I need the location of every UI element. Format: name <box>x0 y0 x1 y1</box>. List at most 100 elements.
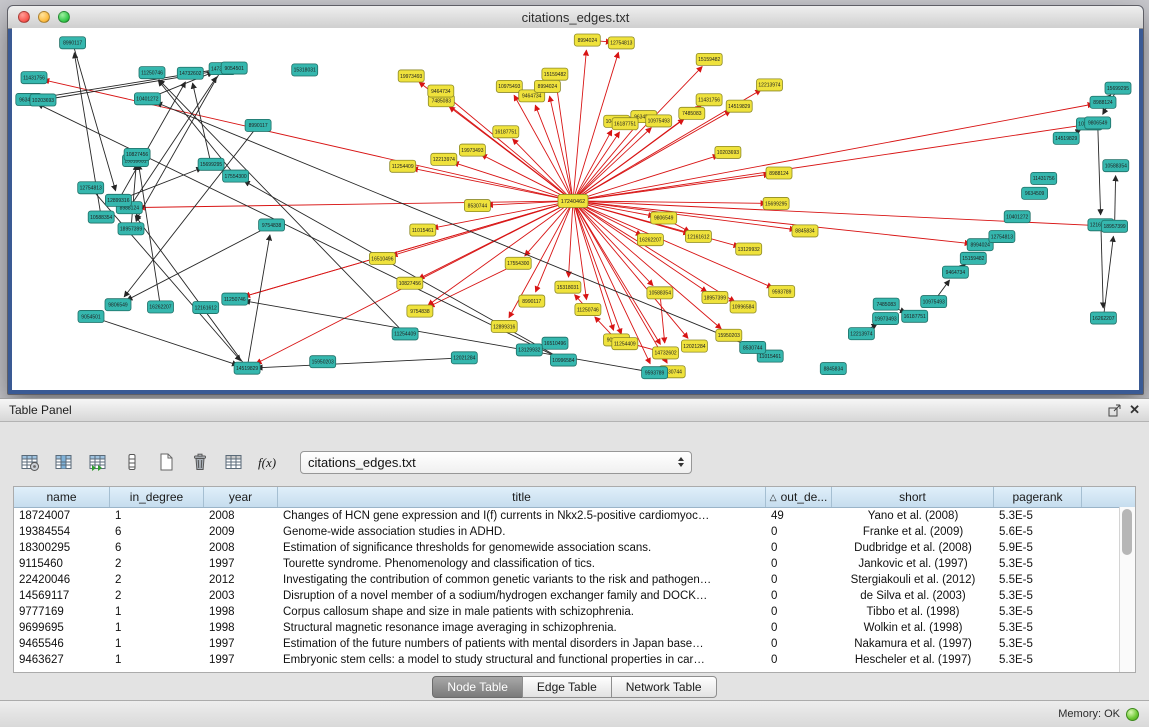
graph-node[interactable]: 15699295 <box>1105 82 1131 94</box>
graph-node[interactable]: 8990117 <box>60 37 86 49</box>
graph-node[interactable]: 9593789 <box>642 367 668 379</box>
graph-node[interactable]: 11431756 <box>696 94 722 106</box>
graph-node[interactable]: 15318031 <box>555 281 581 293</box>
graph-node[interactable]: 10996584 <box>550 354 576 366</box>
graph-node[interactable]: 10588354 <box>647 287 673 299</box>
graph-node[interactable]: 9806549 <box>1085 117 1111 129</box>
graph-node[interactable]: 13129932 <box>736 243 762 255</box>
graph-node[interactable]: 8994024 <box>534 80 560 92</box>
column-header-name[interactable]: name <box>14 487 110 507</box>
graph-node[interactable]: 14519829 <box>234 362 260 374</box>
graph-node[interactable]: 11431756 <box>21 72 47 84</box>
graph-node[interactable]: 16262207 <box>148 301 174 313</box>
graph-node[interactable]: 11254409 <box>392 328 418 340</box>
graph-node[interactable]: 9754838 <box>259 219 285 231</box>
graph-node[interactable]: 10975493 <box>921 296 947 308</box>
import-table-button[interactable] <box>220 450 247 475</box>
graph-node[interactable]: 11254409 <box>612 338 638 350</box>
graph-node[interactable]: 12899316 <box>491 320 517 332</box>
graph-node[interactable]: 8990117 <box>519 295 545 307</box>
zoom-window-button[interactable] <box>58 11 70 23</box>
graph-node[interactable]: 19973493 <box>398 70 424 82</box>
column-header-in_degree[interactable]: in_degree <box>110 487 204 507</box>
graph-node[interactable]: 19973493 <box>459 144 485 156</box>
graph-node[interactable]: 10588354 <box>88 211 114 223</box>
table-mode-button[interactable] <box>16 450 43 475</box>
graph-node[interactable]: 12213974 <box>757 79 783 91</box>
graph-node[interactable]: 11254409 <box>390 160 416 172</box>
graph-node[interactable]: 7485083 <box>679 107 705 119</box>
graph-node[interactable]: 18957399 <box>702 291 728 303</box>
graph-node[interactable]: 8994024 <box>574 34 600 46</box>
graph-node[interactable]: 19973493 <box>873 312 899 324</box>
edit-columns-button[interactable] <box>84 450 111 475</box>
graph-node[interactable]: 16262207 <box>637 234 663 246</box>
graph-node[interactable]: 14732602 <box>653 347 679 359</box>
graph-node[interactable]: 9054501 <box>221 62 247 74</box>
graph-node[interactable]: 12021284 <box>681 340 707 352</box>
table-row[interactable]: 1456911722003Disruption of a novel membe… <box>14 588 1135 604</box>
graph-node[interactable]: 10975493 <box>646 115 672 127</box>
column-header-title[interactable]: title <box>278 487 766 507</box>
graph-node[interactable]: 15950203 <box>716 329 742 341</box>
tab-node-table[interactable]: Node Table <box>432 676 523 698</box>
graph-node[interactable]: 18957399 <box>1102 220 1128 232</box>
graph-node[interactable]: 10827456 <box>124 148 150 160</box>
row-options-button[interactable] <box>118 450 145 475</box>
graph-node[interactable]: 9806549 <box>105 299 131 311</box>
graph-node[interactable]: 12899316 <box>105 194 131 206</box>
graph-node[interactable]: 14519829 <box>1053 132 1079 144</box>
graph-node[interactable]: 9806549 <box>651 212 677 224</box>
graph-node[interactable]: 12213974 <box>848 328 874 340</box>
graph-node[interactable]: 11431756 <box>1031 172 1057 184</box>
graph-node[interactable]: 15699295 <box>763 197 789 209</box>
table-row[interactable]: 1830029562008Estimation of significance … <box>14 540 1135 556</box>
minimize-window-button[interactable] <box>38 11 50 23</box>
graph-node[interactable]: 16510496 <box>542 337 568 349</box>
graph-node[interactable]: 14519829 <box>726 100 752 112</box>
close-window-button[interactable] <box>18 11 30 23</box>
table-row[interactable]: 2242004622012Investigating the contribut… <box>14 572 1135 588</box>
graph-node[interactable]: 16187751 <box>493 126 519 138</box>
table-row[interactable]: 1872400712008Changes of HCN gene express… <box>14 508 1135 524</box>
new-column-button[interactable] <box>152 450 179 475</box>
graph-node[interactable]: 16187751 <box>612 118 638 130</box>
graph-node[interactable]: 10203693 <box>715 146 741 158</box>
graph-node[interactable]: 17554300 <box>223 170 249 182</box>
table-selector-combobox[interactable]: citations_edges.txt <box>300 451 692 474</box>
table-row[interactable]: 946554611997Estimation of the future num… <box>14 636 1135 652</box>
graph-node[interactable]: 17554300 <box>505 257 531 269</box>
graph-node[interactable]: 12754813 <box>608 37 634 49</box>
graph-node[interactable]: 16187751 <box>902 310 928 322</box>
graph-node[interactable]: 9634509 <box>1022 187 1048 199</box>
scrollbar-thumb[interactable] <box>1122 509 1132 555</box>
graph-node[interactable]: 12161612 <box>193 302 219 314</box>
close-panel-button[interactable]: ✕ <box>1129 404 1140 416</box>
graph-node[interactable]: 8988124 <box>1090 96 1116 108</box>
function-builder-button[interactable]: f(x) <box>254 450 281 475</box>
graph-node[interactable]: 10401272 <box>1004 211 1030 223</box>
column-header-pagerank[interactable]: pagerank <box>994 487 1082 507</box>
graph-node[interactable]: 10827456 <box>397 277 423 289</box>
graph-node[interactable]: 18957399 <box>118 223 144 235</box>
graph-node[interactable]: 8990117 <box>245 119 271 131</box>
column-header-year[interactable]: year <box>204 487 278 507</box>
table-row[interactable]: 1938455462009Genome-wide association stu… <box>14 524 1135 540</box>
column-header-out_degree[interactable]: △out_de... <box>766 487 832 507</box>
graph-node[interactable]: 15159482 <box>696 53 722 65</box>
table-row[interactable]: 946362711997Embryonic stem cells: a mode… <box>14 652 1135 668</box>
graph-node[interactable]: 10996584 <box>730 301 756 313</box>
graph-node[interactable]: 11250746 <box>222 293 248 305</box>
graph-node[interactable]: 8845834 <box>820 363 846 375</box>
graph-node[interactable]: 11015461 <box>410 224 436 236</box>
graph-node[interactable]: 15159482 <box>960 252 986 264</box>
graph-node[interactable]: 8530744 <box>464 200 490 212</box>
graph-node[interactable]: 10401272 <box>134 93 160 105</box>
graph-node[interactable]: 9754838 <box>407 305 433 317</box>
delete-column-button[interactable] <box>186 450 213 475</box>
graph-node[interactable]: 15950203 <box>310 356 336 368</box>
table-vertical-scrollbar[interactable] <box>1119 507 1135 672</box>
graph-node[interactable]: 16510496 <box>369 252 395 264</box>
table-row[interactable]: 977716911998Corpus callosum shape and si… <box>14 604 1135 620</box>
window-titlebar[interactable]: citations_edges.txt <box>8 6 1143 29</box>
